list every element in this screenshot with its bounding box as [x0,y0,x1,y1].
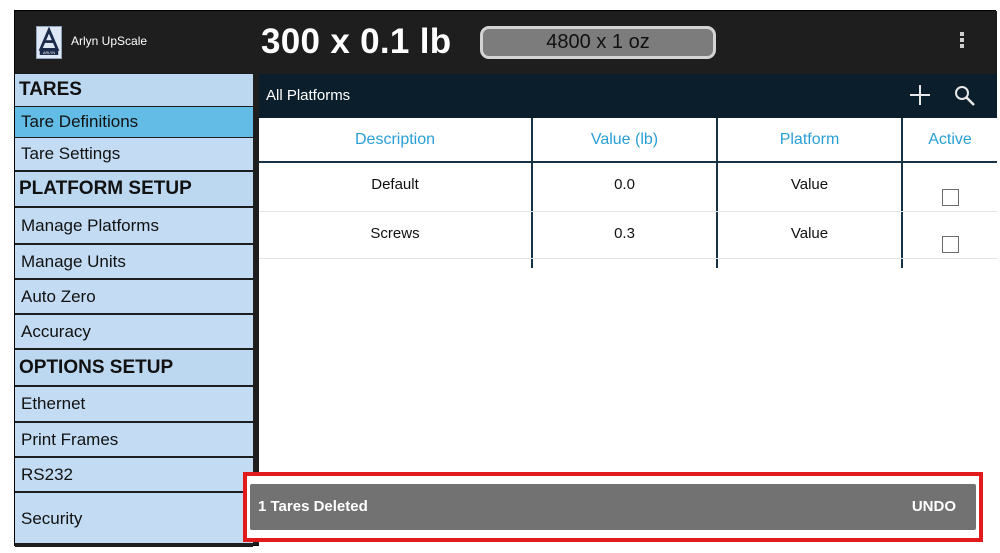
sidebar-item-manage-platforms[interactable]: Manage Platforms [15,208,253,243]
secondary-weight-readout[interactable]: 4800 x 1 oz [480,26,716,59]
sidebar-item-auto-zero[interactable]: Auto Zero [15,280,253,313]
search-icon[interactable] [954,85,976,107]
sidebar-item-print-frames[interactable]: Print Frames [15,423,253,456]
sidebar-item-ethernet[interactable]: Ethernet [15,387,253,421]
content-title: All Platforms [266,87,351,104]
undo-snackbar: 1 Tares Deleted UNDO [250,484,976,530]
sidebar-header-tares: TARES [15,74,253,106]
sidebar-item-tare-settings[interactable]: Tare Settings [15,138,253,170]
plus-icon[interactable] [909,84,931,106]
sidebar-header-options-setup: OPTIONS SETUP [15,350,253,385]
column-header-platform[interactable]: Platform [718,118,901,162]
column-divider [901,118,903,268]
content-header-bar: All Platforms [259,74,997,118]
row-divider [259,258,997,259]
column-header-value[interactable]: Value (lb) [533,118,716,162]
table-row-description[interactable]: Screws [259,212,531,258]
active-checkbox[interactable] [942,236,959,253]
sidebar-item-tare-definitions[interactable]: Tare Definitions [15,107,253,137]
sidebar-item-accuracy[interactable]: Accuracy [15,315,253,348]
undo-button[interactable]: UNDO [912,498,956,515]
column-header-active[interactable]: Active [903,118,997,162]
settings-sidebar: TARES Tare Definitions Tare Settings PLA… [15,74,253,547]
table-row-platform[interactable]: Value [718,163,901,209]
table-row-value[interactable]: 0.3 [533,212,716,258]
undo-snackbar-highlight: 1 Tares Deleted UNDO [243,472,983,542]
arlyn-logo-icon: ARLYN [36,26,62,59]
snackbar-message: 1 Tares Deleted [258,498,368,515]
logo-text: ARLYN [43,51,55,55]
sidebar-item-manage-units[interactable]: Manage Units [15,245,253,278]
sidebar-item-security[interactable]: Security [15,493,253,543]
table-row-description[interactable]: Default [259,163,531,209]
top-action-bar: ARLYN Arlyn UpScale 300 x 0.1 lb 4800 x … [15,11,997,74]
sidebar-item-rs232[interactable]: RS232 [15,458,253,491]
column-header-description[interactable]: Description [259,118,531,162]
overflow-menu-icon[interactable] [954,31,970,55]
app-window: ARLYN Arlyn UpScale 300 x 0.1 lb 4800 x … [14,10,997,547]
sidebar-header-platform-setup: PLATFORM SETUP [15,172,253,206]
active-checkbox[interactable] [942,189,959,206]
table-row-platform[interactable]: Value [718,212,901,258]
primary-weight-readout: 300 x 0.1 lb [261,22,452,61]
app-name: Arlyn UpScale [71,34,148,48]
table-row-value[interactable]: 0.0 [533,163,716,209]
